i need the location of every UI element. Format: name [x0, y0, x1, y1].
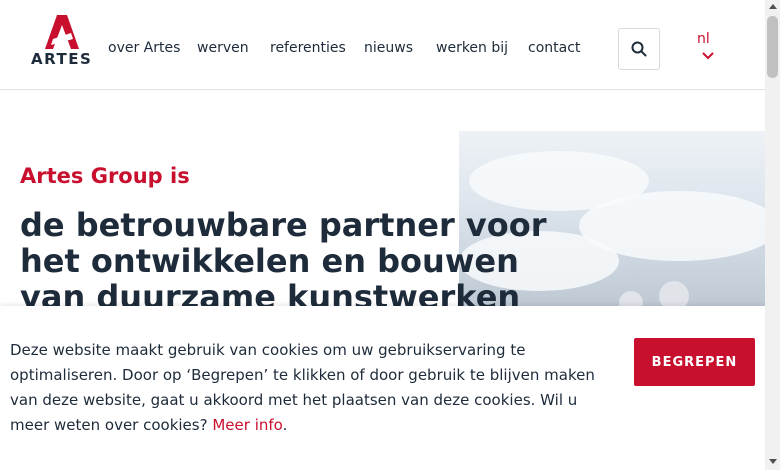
- chevron-down-icon[interactable]: [702, 52, 714, 60]
- nav-item-over-artes[interactable]: over Artes: [108, 40, 180, 56]
- artes-logo[interactable]: ARTES: [31, 15, 93, 68]
- cookie-accept-button[interactable]: BEGREPEN: [634, 338, 755, 386]
- page-scrollbar[interactable]: [765, 0, 780, 470]
- page-viewport: ARTES over Artes werven referenties nieu…: [0, 0, 765, 470]
- cookie-text: Deze website maakt gebruik van cookies o…: [10, 338, 600, 438]
- scroll-down-arrow-icon[interactable]: [769, 459, 777, 464]
- scroll-up-arrow-icon[interactable]: [769, 4, 777, 9]
- cookie-more-info-link[interactable]: Meer info: [212, 416, 282, 434]
- artes-logo-icon: [45, 15, 79, 49]
- hero-title: de betrouwbare partner voor het ontwikke…: [20, 206, 547, 316]
- scrollbar-thumb[interactable]: [767, 16, 778, 78]
- nav-item-werven[interactable]: werven: [197, 40, 249, 56]
- nav-item-referenties[interactable]: referenties: [270, 40, 346, 56]
- nav-item-werken-bij[interactable]: werken bij: [436, 40, 508, 56]
- cookie-banner: Deze website maakt gebruik van cookies o…: [0, 306, 765, 470]
- site-header: ARTES over Artes werven referenties nieu…: [0, 0, 765, 90]
- nav-item-contact[interactable]: contact: [528, 40, 580, 56]
- nav-item-nieuws[interactable]: nieuws: [364, 40, 413, 56]
- hero-kicker: Artes Group is: [20, 164, 190, 188]
- cookie-message: Deze website maakt gebruik van cookies o…: [10, 341, 595, 434]
- language-selector[interactable]: nl: [697, 31, 710, 47]
- cookie-link-suffix: .: [282, 416, 288, 434]
- search-icon: [631, 41, 647, 57]
- search-button[interactable]: [618, 28, 660, 70]
- logo-wordmark: ARTES: [31, 50, 93, 68]
